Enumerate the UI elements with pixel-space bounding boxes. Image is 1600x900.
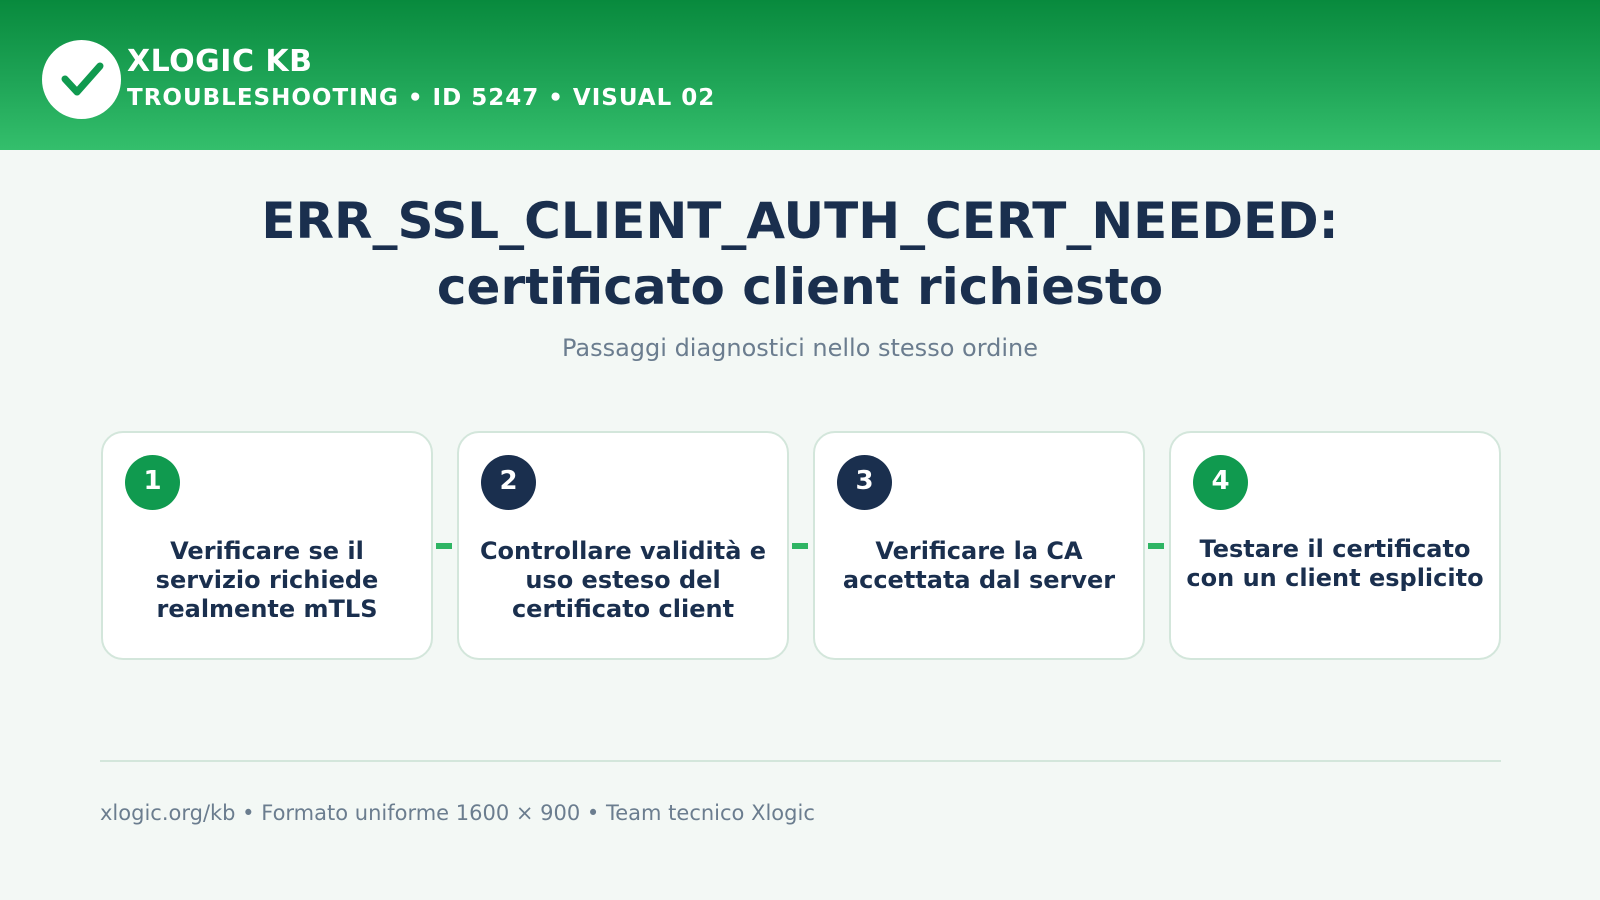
step-number-badge: 2 — [481, 455, 536, 510]
checkmark-icon — [61, 62, 103, 95]
step-card-3: 3 Verificare la CA accettata dal server — [813, 431, 1145, 660]
step-text: Controllare validità e uso esteso del ce… — [479, 537, 767, 623]
page: XLOGIC KB TROUBLESHOOTING • ID 5247 • VI… — [0, 0, 1600, 900]
step-connector — [436, 543, 452, 549]
step-card-1: 1 Verificare se il servizio richiede rea… — [101, 431, 433, 660]
step-text: Verificare se il servizio richiede realm… — [155, 537, 379, 623]
footer-divider — [100, 760, 1501, 762]
page-title-line-2: certificato client richiesto — [436, 258, 1164, 316]
step-text: Testare il certificato con un client esp… — [1186, 535, 1484, 592]
brand-subtitle: TROUBLESHOOTING • ID 5247 • VISUAL 02 — [127, 85, 716, 111]
brand-name: XLOGIC KB — [127, 44, 313, 79]
footer-text: xlogic.org/kb • Formato uniforme 1600 × … — [100, 801, 815, 825]
step-connector — [1148, 543, 1164, 549]
step-number-badge: 1 — [125, 455, 180, 510]
header-banner: XLOGIC KB TROUBLESHOOTING • ID 5247 • VI… — [0, 0, 1600, 150]
page-subtitle: Passaggi diagnostici nello stesso ordine — [561, 334, 1039, 362]
page-title: ERR_SSL_CLIENT_AUTH_CERT_NEEDED: certifi… — [0, 188, 1600, 320]
step-connector — [792, 543, 808, 549]
step-text: Verificare la CA accettata dal server — [842, 537, 1116, 594]
step-card-2: 2 Controllare validità e uso esteso del … — [457, 431, 789, 660]
brand-logo — [42, 40, 121, 119]
page-title-line-1: ERR_SSL_CLIENT_AUTH_CERT_NEEDED: — [261, 192, 1339, 250]
step-number-badge: 3 — [837, 455, 892, 510]
step-card-4: 4 Testare il certificato con un client e… — [1169, 431, 1501, 660]
step-number-badge: 4 — [1193, 455, 1248, 510]
